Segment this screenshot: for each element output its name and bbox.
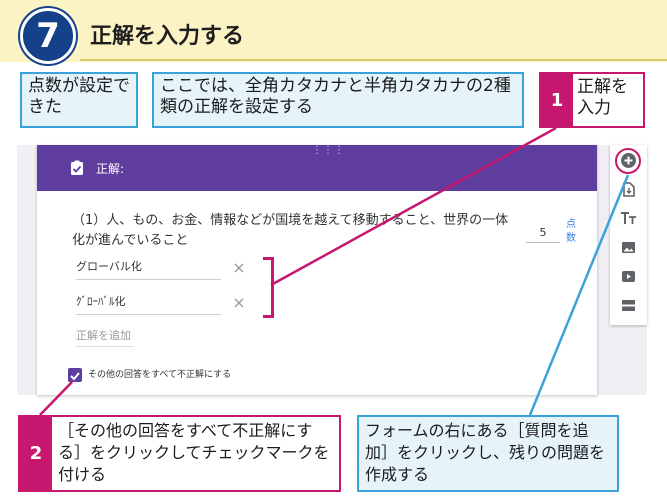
add-question-text: フォームの右にある［質問を追加］をクリックし、残りの問題を作成する xyxy=(365,421,606,484)
add-question-callout: フォームの右にある［質問を追加］をクリックし、残りの問題を作成する xyxy=(357,415,619,492)
step2-callout: 2 ［その他の回答をすべて不正解にする］をクリックしてチェックマークを付ける xyxy=(18,415,341,492)
step2-text: ［その他の回答をすべて不正解にする］をクリックしてチェックマークを付ける xyxy=(58,421,330,484)
step2-number: 2 xyxy=(20,417,52,490)
